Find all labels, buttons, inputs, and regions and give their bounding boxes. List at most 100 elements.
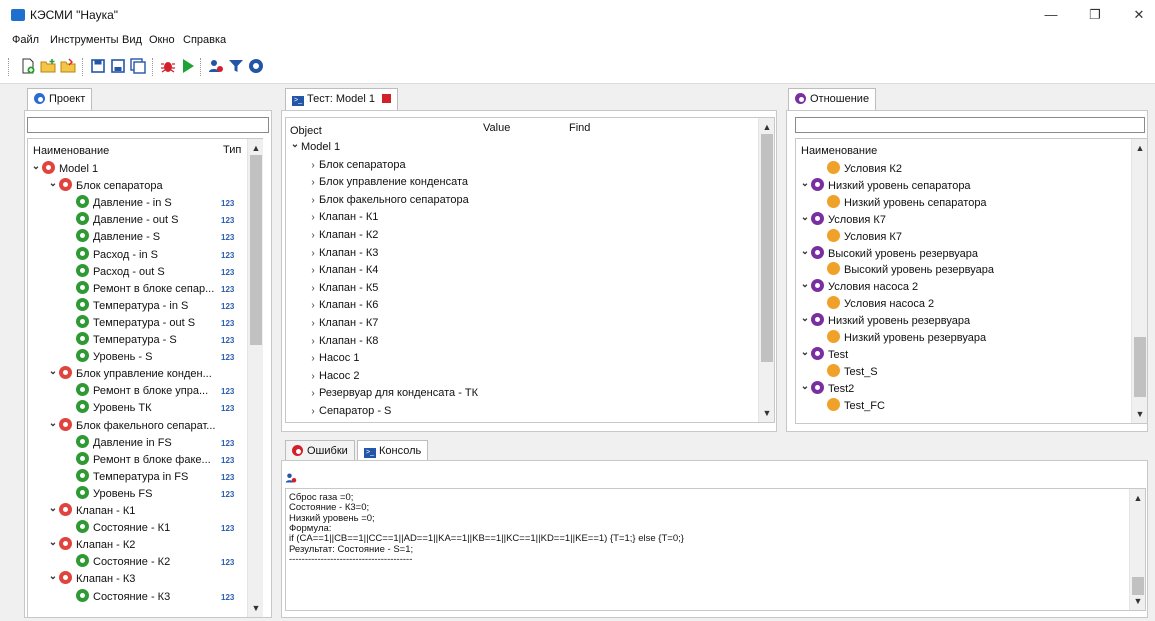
test-tree-item[interactable]: › Клапан - К7 — [307, 315, 378, 332]
project-tree-item[interactable]: Давление - in S — [64, 195, 172, 212]
collapse-chevron-icon[interactable]: › — [307, 385, 319, 402]
scroll-up-icon[interactable]: ▲ — [1132, 141, 1148, 155]
scroll-up-icon[interactable]: ▲ — [759, 120, 775, 134]
expand-chevron-icon[interactable]: ⌄ — [47, 534, 59, 551]
relation-scroll-thumb[interactable] — [1134, 337, 1146, 397]
user-icon[interactable] — [208, 58, 224, 74]
project-tree-item[interactable]: Ремонт в блоке упра... — [64, 383, 208, 400]
tab-console[interactable]: >_ Консоль — [357, 440, 429, 461]
menu-view[interactable]: Вид — [122, 34, 142, 46]
project-scroll-thumb[interactable] — [250, 155, 262, 345]
project-tree-item[interactable]: Состояние - К3 — [64, 588, 170, 606]
scroll-down-icon[interactable]: ▼ — [759, 406, 775, 420]
test-tree-item[interactable]: › Блок факельного сепаратора — [307, 192, 468, 209]
expand-chevron-icon[interactable]: ⌄ — [799, 310, 811, 327]
project-tree-item[interactable]: Давление - S — [64, 229, 160, 246]
relation-tree-item[interactable]: ⌄ Test2 — [799, 378, 854, 398]
test-tree-item[interactable]: › Клапан - К2 — [307, 227, 378, 244]
expand-chevron-icon[interactable]: ⌄ — [47, 415, 59, 432]
collapse-chevron-icon[interactable]: › — [307, 262, 319, 279]
test-tree-item[interactable]: › Клапан - К5 — [307, 280, 378, 297]
relation-tree-item[interactable]: Низкий уровень сепаратора — [815, 194, 987, 212]
menu-tools[interactable]: Инструменты — [50, 34, 119, 46]
expand-chevron-icon[interactable]: ⌄ — [799, 209, 811, 226]
test-tree-item[interactable]: › Клапан - К8 — [307, 333, 378, 350]
test-tree-item[interactable]: › Клапан - К3 — [307, 245, 378, 262]
filter-icon[interactable] — [228, 58, 244, 74]
scroll-up-icon[interactable]: ▲ — [248, 141, 264, 155]
project-tree-item[interactable]: Состояние - К1 — [64, 520, 170, 537]
project-tree-item[interactable]: Температура in FS — [64, 468, 188, 486]
test-tree-item[interactable]: › Блок сепаратора — [307, 157, 405, 174]
run-icon[interactable] — [180, 58, 196, 74]
relation-scrollbar[interactable]: ▲ ▼ — [1131, 139, 1147, 423]
expand-chevron-icon[interactable]: ⌄ — [289, 136, 301, 153]
test-tree-item[interactable]: › Насос 2 — [307, 368, 359, 385]
relation-tree-item[interactable]: Test_S — [815, 363, 878, 381]
test-tree-item[interactable]: › Клапан - К6 — [307, 297, 378, 314]
expand-chevron-icon[interactable]: ⌄ — [47, 363, 59, 380]
expand-chevron-icon[interactable]: ⌄ — [799, 243, 811, 260]
relation-tree-item[interactable]: Условия насоса 2 — [815, 296, 934, 313]
save-icon[interactable] — [90, 58, 106, 74]
collapse-chevron-icon[interactable]: › — [307, 192, 319, 209]
relation-tree-item[interactable]: ⌄ Низкий уровень сепаратора — [799, 177, 971, 195]
collapse-chevron-icon[interactable]: › — [307, 280, 319, 297]
project-tree-item[interactable]: Ремонт в блоке сепар... — [64, 280, 214, 298]
project-tree-item[interactable]: Температура - in S — [64, 297, 188, 315]
project-tree-item[interactable]: Температура - out S — [64, 314, 195, 332]
relation-tree-item[interactable]: Низкий уровень резервуара — [815, 330, 986, 347]
menu-help[interactable]: Справка — [183, 34, 226, 46]
scroll-down-icon[interactable]: ▼ — [1130, 594, 1146, 608]
relation-tree-item[interactable]: ⌄ Test — [799, 344, 848, 364]
project-tree-item[interactable]: ⌄ Model 1 — [30, 161, 98, 178]
collapse-chevron-icon[interactable]: › — [307, 174, 319, 191]
relation-filter-input[interactable] — [795, 117, 1145, 133]
tab-relation[interactable]: Отношение — [788, 88, 877, 110]
project-tree-item[interactable]: Состояние - К2 — [64, 554, 170, 571]
menu-window[interactable]: Окно — [149, 34, 175, 46]
project-tree-item[interactable]: ⌄ Клапан - К2 — [47, 537, 135, 554]
project-filter-input[interactable] — [27, 117, 269, 133]
test-tree-item[interactable]: › Клапан - К4 — [307, 262, 378, 279]
relation-tree-item[interactable]: Условия К7 — [815, 228, 902, 246]
collapse-chevron-icon[interactable]: › — [307, 209, 319, 226]
test-tree-item[interactable]: ⌄ Model 1 — [289, 139, 340, 156]
clear-console-icon[interactable] — [285, 472, 297, 484]
collapse-chevron-icon[interactable]: › — [307, 368, 319, 385]
minimize-button[interactable]: — — [1036, 4, 1066, 26]
collapse-chevron-icon[interactable]: › — [307, 333, 319, 350]
expand-chevron-icon[interactable]: ⌄ — [799, 378, 811, 395]
close-button[interactable]: ✕ — [1124, 4, 1154, 26]
close-tab-icon[interactable] — [382, 94, 392, 103]
project-tree-item[interactable]: ⌄ Блок сепаратора — [47, 178, 163, 195]
settings-icon[interactable] — [248, 58, 264, 74]
save-all-icon[interactable] — [130, 58, 146, 74]
scroll-down-icon[interactable]: ▼ — [248, 601, 264, 615]
project-tree-item[interactable]: Расход - out S — [64, 263, 165, 281]
relation-tree-item[interactable]: Высокий уровень резервуара — [815, 262, 994, 279]
project-tree-item[interactable]: ⌄ Блок факельного сепарат... — [47, 415, 215, 435]
relation-tree-item[interactable]: ⌄ Высокий уровень резервуара — [799, 243, 978, 263]
expand-chevron-icon[interactable]: ⌄ — [47, 175, 59, 192]
test-scrollbar[interactable]: ▲ ▼ — [758, 118, 774, 422]
relation-tree-item[interactable]: ⌄ Условия К7 — [799, 209, 886, 229]
expand-chevron-icon[interactable]: ⌄ — [47, 568, 59, 585]
tab-test-model[interactable]: >_ Тест: Model 1 — [285, 88, 399, 110]
collapse-chevron-icon[interactable]: › — [307, 227, 319, 244]
tab-project[interactable]: Проект — [27, 88, 93, 110]
relation-tree-item[interactable]: ⌄ Условия насоса 2 — [799, 279, 918, 296]
collapse-chevron-icon[interactable]: › — [307, 315, 319, 332]
scroll-down-icon[interactable]: ▼ — [1132, 407, 1148, 421]
project-tree-item[interactable]: Давление - out S — [64, 212, 179, 229]
console-output[interactable]: Сброс газа =0; Состояние - К3=0; Низкий ур… — [285, 488, 1146, 611]
menu-file[interactable]: Файл — [12, 34, 39, 46]
project-tree-item[interactable]: Температура - S — [64, 332, 177, 349]
test-scroll-thumb[interactable] — [761, 134, 773, 362]
project-tree-item[interactable]: Уровень - S — [64, 349, 153, 366]
open-folder-icon[interactable] — [60, 58, 76, 74]
collapse-chevron-icon[interactable]: › — [307, 297, 319, 314]
test-tree-item[interactable]: › Насос 1 — [307, 350, 359, 367]
project-tree-item[interactable]: Расход - in S — [64, 246, 158, 264]
expand-chevron-icon[interactable]: ⌄ — [799, 344, 811, 361]
